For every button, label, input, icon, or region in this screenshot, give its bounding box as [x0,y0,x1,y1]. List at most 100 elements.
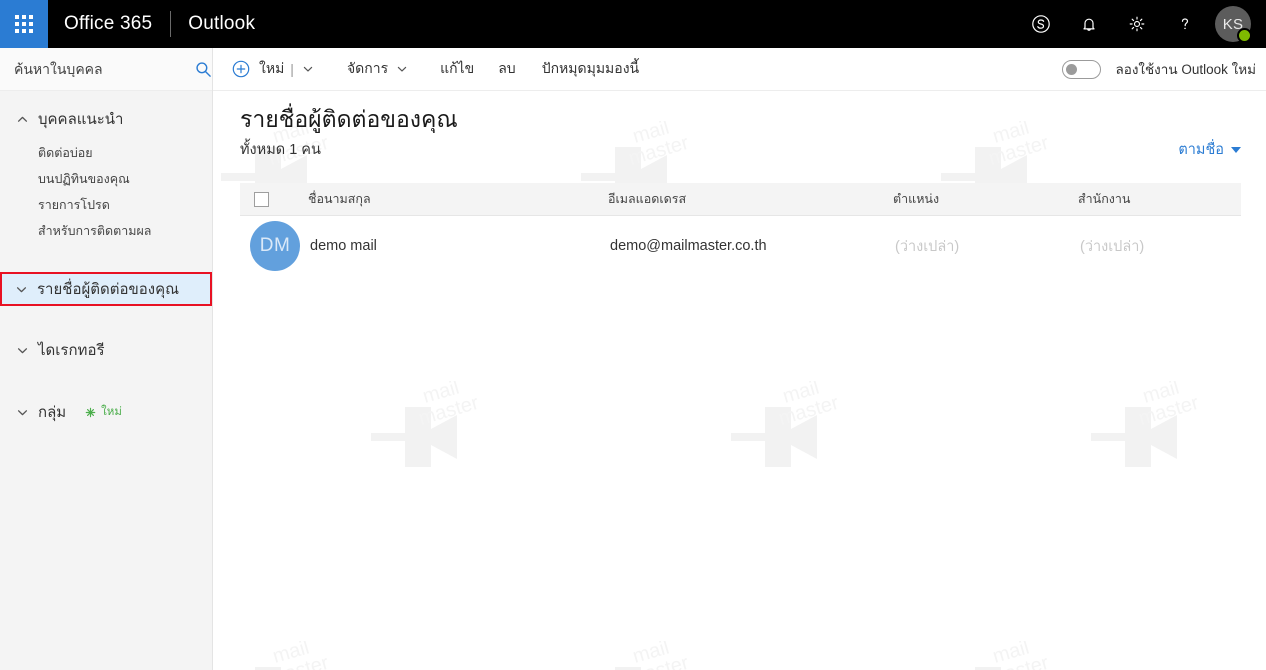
column-header-job-title[interactable]: ตำแหน่ง [893,189,1078,209]
toggle-knob [1066,63,1078,75]
svg-text:master: master [986,652,1051,670]
svg-text:mail: mail [780,381,821,408]
user-account-button[interactable]: KS [1209,0,1257,48]
settings-gear-icon[interactable] [1113,0,1161,48]
sidebar-suggested-children: ติดต่อบ่อย บนปฏิทินของคุณ รายการโปรด สำห… [0,140,212,244]
contacts-table: ชื่อนามสกุล อีเมลแอดเดรส ตำแหน่ง สำนักงา… [240,183,1241,276]
page-subheader: ทั้งหมด 1 คน ตามชื่อ [240,138,1266,161]
svg-text:mail: mail [990,641,1031,668]
chevron-down-icon [14,404,30,420]
cell-contact-name: demo mail [310,238,377,254]
sidebar-item-directory[interactable]: ไดเรกทอรี [0,333,212,367]
sidebar-group-your-contacts[interactable]: รายชื่อผู้ติดต่อของคุณ [0,272,212,306]
svg-text:master: master [776,392,841,430]
sidebar-group-label: บุคคลแนะนำ [38,111,124,128]
people-search-box[interactable] [0,48,212,91]
delete-button[interactable]: ลบ [489,48,524,90]
cell-job-title: (ว่างเปล่า) [895,238,960,255]
watermark-logo: mailmaster [363,381,513,501]
try-new-outlook-label: ลองใช้งาน Outlook ใหม่ [1115,62,1256,77]
app-launcher-button[interactable] [0,0,48,48]
pin-label: ปักหมุดมุมมองนี้ [541,60,640,76]
sidebar-group-suggested-people: บุคคลแนะนำ ติดต่อบ่อย บนปฏิทินของคุณ ราย… [0,102,212,244]
presence-status-dot [1237,28,1252,43]
table-header-row: ชื่อนามสกุล อีเมลแอดเดรส ตำแหน่ง สำนักงา… [240,183,1241,216]
column-header-name[interactable]: ชื่อนามสกุล [308,189,608,209]
svg-text:mail: mail [270,641,311,668]
watermark-logo: mailmaster [723,381,873,501]
row-avatar-cell[interactable]: DM [240,221,308,271]
new-contact-button[interactable]: ใหม่ | [213,48,323,90]
skype-icon[interactable] [1017,0,1065,48]
svg-text:master: master [416,392,481,430]
sidebar-item-on-your-calendar[interactable]: บนปฏิทินของคุณ [0,166,212,192]
avatar-initials: DM [259,235,291,256]
chevron-down-icon[interactable] [396,63,408,75]
sidebar-group-directory: ไดเรกทอรี [0,333,212,367]
app-name-outlook[interactable]: Outlook [188,13,255,35]
try-new-outlook-toggle[interactable]: ลองใช้งาน Outlook ใหม่ [1062,58,1266,80]
watermark-logo: mailmaster [573,641,723,670]
avatar: DM [250,221,300,271]
new-badge: ใหม่ [85,403,122,421]
avatar: KS [1215,6,1252,43]
contact-count-text: ทั้งหมด 1 คน [240,142,321,158]
sidebar-item-suggested-people[interactable]: บุคคลแนะนำ [0,102,212,136]
column-header-email[interactable]: อีเมลแอดเดรส [608,189,893,209]
help-icon[interactable] [1161,0,1209,48]
search-icon[interactable] [195,58,212,80]
sidebar-item-frequent-contacts[interactable]: ติดต่อบ่อย [0,140,212,166]
office-365-brand-link[interactable]: Office 365 [64,13,152,35]
sidebar-group-label: กลุ่ม [38,404,67,421]
sidebar-item-for-follow-up[interactable]: สำหรับการติดตามผล [0,218,212,244]
pin-this-view-button[interactable]: ปักหมุดมุมมองนี้ [533,48,648,90]
svg-text:mail: mail [630,641,671,668]
cell-office: (ว่างเปล่า) [1080,238,1145,255]
background-watermark: mail master mail master mail master mail master… [213,91,1266,670]
manage-label: จัดการ [346,60,389,76]
sidebar-item-groups[interactable]: กลุ่ม ใหม่ [0,395,212,429]
sidebar-group-label: รายชื่อผู้ติดต่อของคุณ [37,281,180,298]
watermark-logo: mailmaster [213,641,363,670]
manage-button[interactable]: จัดการ [338,48,417,90]
watermark-logo: mailmaster [933,641,1083,670]
edit-button[interactable]: แก้ไข [431,48,483,90]
select-all-cell[interactable] [240,191,308,207]
chevron-down-icon[interactable] [302,63,314,75]
sidebar-item-favorites[interactable]: รายการโปรด [0,192,212,218]
cell-contact-email: demo@mailmaster.co.th [610,238,767,254]
select-all-checkbox[interactable] [254,191,269,207]
sidebar-group-label: ไดเรกทอรี [38,342,105,359]
plus-circle-icon [231,60,250,79]
new-label: ใหม่ [259,60,285,76]
column-header-office[interactable]: สำนักงาน [1078,189,1241,209]
app-launcher-grid-icon [15,15,33,33]
page-title: รายชื่อผู้ติดต่อของคุณ [240,106,458,132]
toggle-switch[interactable] [1062,59,1102,79]
command-toolbar: ใหม่ | จัดการ แก้ไข ลบ ปักหมุดมุมมองนี้ … [213,48,1266,91]
chevron-down-icon [14,342,30,358]
sort-by-dropdown[interactable]: ตามชื่อ [1178,138,1241,161]
notifications-bell-icon[interactable] [1065,0,1113,48]
contacts-content-area: mail master mail master mail master mail master… [213,91,1266,670]
delete-label: ลบ [498,60,516,76]
page-header: รายชื่อผู้ติดต่อของคุณ ทั้งหมด 1 คน ตามช… [213,91,1266,161]
left-navigation-pane: บุคคลแนะนำ ติดต่อบ่อย บนปฏิทินของคุณ ราย… [0,48,213,670]
suite-actions: KS [1017,0,1266,48]
caret-down-icon [1231,146,1241,153]
svg-text:master: master [266,652,331,670]
chevron-up-icon [14,111,30,127]
sparkle-icon [85,407,96,418]
table-row[interactable]: DM demo mail demo@mailmaster.co.th (ว่าง… [240,216,1241,276]
new-split-divider: | [290,61,294,77]
sidebar-group-groups: กลุ่ม ใหม่ [0,395,212,429]
search-input[interactable] [14,61,195,77]
chevron-down-icon [13,281,29,297]
svg-text:mail: mail [420,381,461,408]
new-badge-label: ใหม่ [101,406,122,418]
sort-label: ตามชื่อ [1178,142,1224,158]
svg-text:master: master [1136,392,1201,430]
sidebar-item-your-contacts[interactable]: รายชื่อผู้ติดต่อของคุณ [2,274,210,304]
watermark-logo: mailmaster [1083,381,1233,501]
svg-text:mail: mail [1140,381,1181,408]
